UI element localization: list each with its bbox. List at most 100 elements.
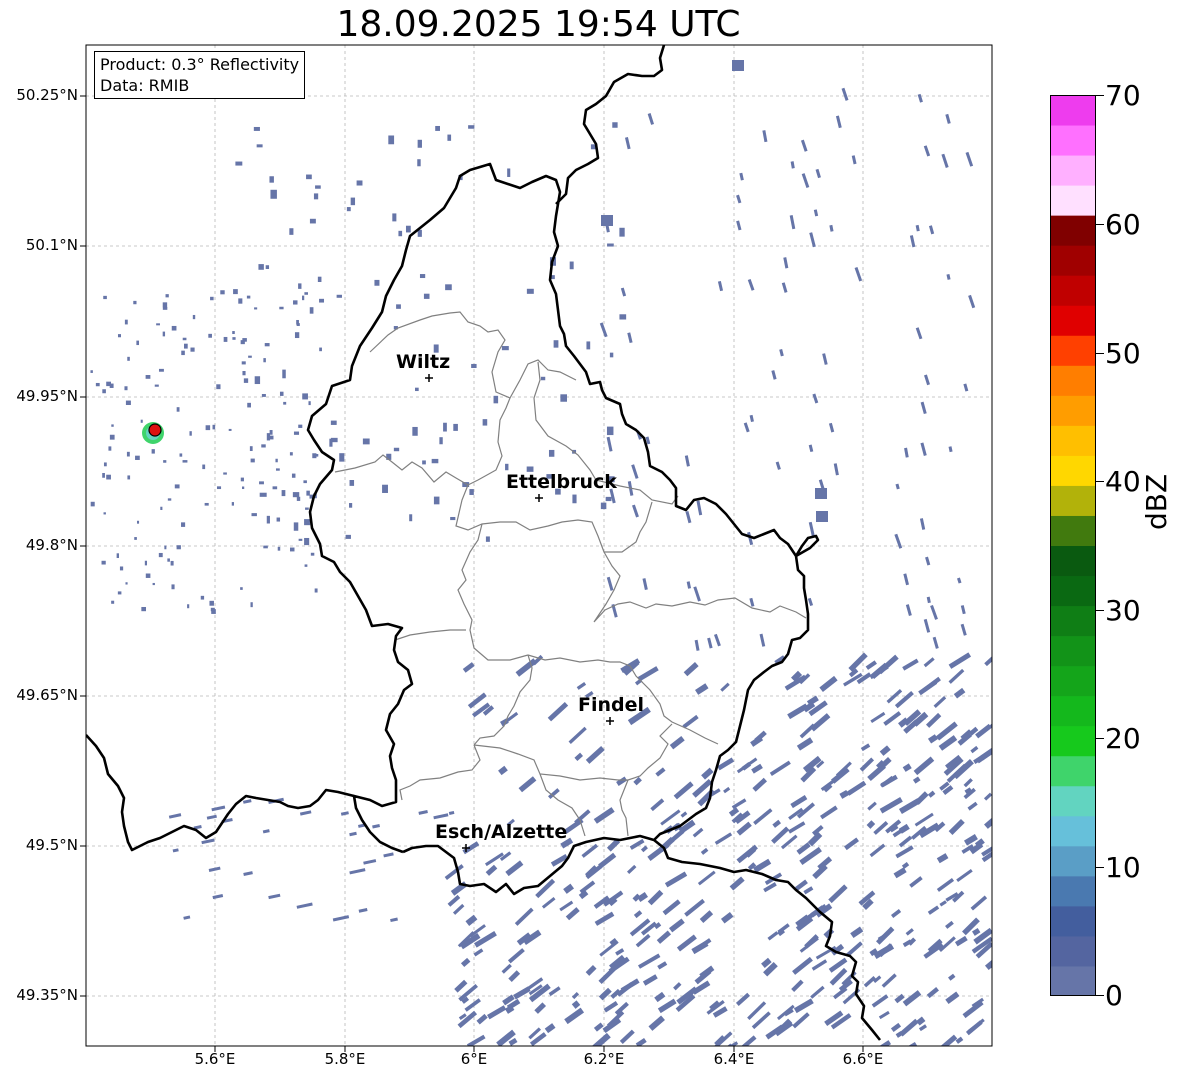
echo-cell <box>231 502 234 506</box>
echo-cell <box>259 492 267 497</box>
echo-cell <box>256 144 263 148</box>
colorbar-segment <box>1050 965 1096 996</box>
echo-cell <box>140 419 143 423</box>
colorbar-segment <box>1050 365 1096 396</box>
echo-cell <box>548 449 555 457</box>
lat-tick-label: 49.35°N <box>16 986 78 1004</box>
echo-cell <box>619 314 627 320</box>
echo-cell <box>171 325 177 331</box>
echo-cell <box>266 515 270 524</box>
echo-cell <box>181 522 186 527</box>
echo-cell <box>202 464 206 470</box>
lat-tick-label: 49.65°N <box>16 686 78 704</box>
echo-cell <box>296 496 301 501</box>
echo-cell <box>485 536 490 542</box>
echo-cell <box>223 336 228 342</box>
echo-cell <box>292 492 300 498</box>
echo-cell <box>302 393 308 400</box>
echo-cell <box>276 517 281 522</box>
echo-cell <box>247 402 251 408</box>
echo-cell <box>409 514 413 522</box>
echo-cell <box>445 284 452 291</box>
colorbar-segment <box>1050 905 1096 937</box>
city-label-findel: Findel <box>578 694 645 716</box>
colorbar-segment <box>1050 185 1096 216</box>
radar-site-marker[interactable] <box>142 422 164 444</box>
echo-cell <box>179 453 183 457</box>
echo-cell <box>160 506 163 511</box>
echo-cell <box>298 283 302 289</box>
echo-cell <box>127 356 130 361</box>
colorbar-segment <box>1050 215 1096 246</box>
echo-cell <box>162 306 168 310</box>
echo-cell <box>267 435 273 439</box>
echo-cell <box>204 502 209 506</box>
echo-cell <box>174 484 180 489</box>
colorbar-segment <box>1050 155 1096 186</box>
echo-cell <box>294 332 300 339</box>
echo-cell <box>349 479 355 486</box>
echo-cell <box>103 295 107 300</box>
echo-cell <box>190 347 195 352</box>
echo-cell <box>145 573 151 578</box>
colorbar-tick-mark <box>1096 738 1104 739</box>
echo-cell <box>419 274 426 279</box>
lon-tick-label: 5.8°E <box>324 1050 366 1068</box>
echo-cell <box>181 350 185 356</box>
echo-cell <box>108 446 112 451</box>
echo-cell <box>526 288 534 294</box>
lat-tick-label: 49.8°N <box>25 536 78 554</box>
echo-cell <box>248 355 252 358</box>
echo-cell <box>212 424 216 430</box>
echo-cell <box>275 468 280 471</box>
colorbar-tick-mark <box>1096 353 1104 354</box>
echo-cell <box>374 279 380 286</box>
city-label-ettelbruck: Ettelbruck <box>506 471 617 493</box>
echo-cell <box>605 496 612 502</box>
echo-cell <box>232 337 236 340</box>
echo-cell <box>272 486 278 490</box>
echo-cell <box>289 547 295 552</box>
echo-cell <box>126 451 130 457</box>
echo-cell <box>304 564 308 567</box>
echo-cell <box>242 370 246 376</box>
echo-cell <box>106 474 111 480</box>
echo-cell <box>111 600 115 604</box>
echo-cell <box>116 553 119 559</box>
lat-tick-label: 50.25°N <box>16 86 78 104</box>
colorbar-segment <box>1050 425 1096 456</box>
echo-cell <box>293 300 298 305</box>
echo-cell <box>151 449 155 454</box>
echo-cell <box>228 428 232 431</box>
echo-cell <box>95 382 100 387</box>
echo-cell <box>211 609 216 614</box>
colorbar-segment <box>1050 455 1096 486</box>
echo-cell <box>269 176 274 183</box>
echo-cell <box>468 125 475 129</box>
echo-cell <box>156 323 160 326</box>
echo-cell <box>319 298 325 303</box>
echo-cell <box>349 503 353 508</box>
echo-cell <box>289 452 293 456</box>
echo-cell <box>205 425 211 431</box>
echo-cell <box>392 213 397 222</box>
echo-cell <box>417 139 422 148</box>
echo-cell <box>600 502 607 510</box>
echo-cell <box>117 334 122 338</box>
colorbar-segment <box>1050 725 1096 757</box>
colorbar-segment <box>1050 875 1096 907</box>
colorbar-tick-30: 30 <box>1105 594 1141 627</box>
info-box: Product: 0.3° Reflectivity Data: RMIB <box>94 51 306 99</box>
echo-cell <box>182 460 188 463</box>
lon-tick-label: 6°E <box>460 1050 488 1068</box>
echo-cell <box>167 498 172 501</box>
echo-cell <box>243 378 249 383</box>
echo-cell <box>540 376 546 381</box>
echo-cell <box>152 582 155 586</box>
echo-cell <box>350 197 356 206</box>
echo-cell <box>216 486 222 490</box>
echo-cell <box>560 394 567 402</box>
radar-map[interactable] <box>0 0 1184 1081</box>
echo-cell <box>431 458 439 464</box>
echo-cell <box>134 537 137 540</box>
